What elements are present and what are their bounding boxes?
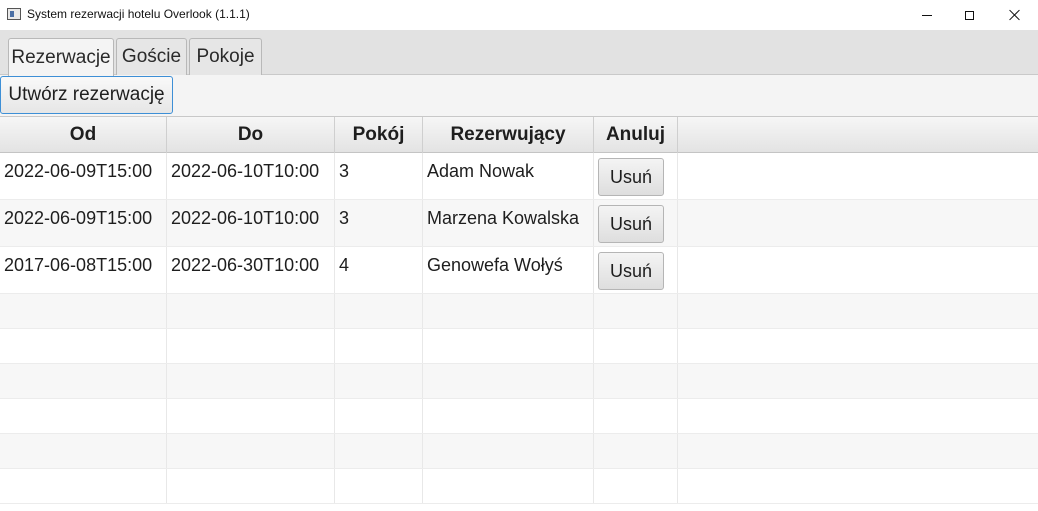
- tab-pokoje[interactable]: Pokoje: [189, 38, 262, 75]
- empty-cell: [678, 329, 1038, 363]
- empty-row: [0, 294, 1038, 329]
- window-title: System rezerwacji hotelu Overlook (1.1.1…: [27, 7, 250, 21]
- empty-cell: [0, 329, 167, 363]
- empty-cell: [594, 294, 678, 328]
- cell-rezerwujacy: Marzena Kowalska: [423, 200, 594, 246]
- delete-button[interactable]: Usuń: [598, 205, 664, 243]
- empty-row: [0, 434, 1038, 469]
- empty-cell: [423, 329, 594, 363]
- app-window: System rezerwacji hotelu Overlook (1.1.1…: [0, 0, 1038, 511]
- table-header: Od Do Pokój Rezerwujący Anuluj: [0, 117, 1038, 153]
- table-row[interactable]: 2022-06-09T15:00 2022-06-10T10:00 3 Adam…: [0, 153, 1038, 200]
- cell-od: 2022-06-09T15:00: [0, 200, 167, 246]
- empty-row: [0, 399, 1038, 434]
- empty-cell: [678, 469, 1038, 503]
- empty-cell: [423, 399, 594, 433]
- minimize-icon: [922, 14, 932, 16]
- empty-cell: [167, 399, 335, 433]
- empty-cell: [423, 434, 594, 468]
- cell-pokoj: 3: [335, 153, 423, 199]
- empty-cell: [0, 364, 167, 398]
- cell-do: 2022-06-30T10:00: [167, 247, 335, 293]
- empty-cell: [167, 329, 335, 363]
- empty-cell: [335, 469, 423, 503]
- cell-do: 2022-06-10T10:00: [167, 200, 335, 246]
- empty-cell: [0, 434, 167, 468]
- cell-do: 2022-06-10T10:00: [167, 153, 335, 199]
- empty-row: [0, 329, 1038, 364]
- empty-cell: [0, 469, 167, 503]
- close-button[interactable]: [992, 0, 1038, 30]
- close-icon: [1009, 9, 1021, 21]
- table-row[interactable]: 2022-06-09T15:00 2022-06-10T10:00 3 Marz…: [0, 200, 1038, 247]
- empty-cell: [678, 399, 1038, 433]
- cell-filler: [678, 247, 1038, 293]
- minimize-button[interactable]: [904, 0, 950, 30]
- cell-filler: [678, 153, 1038, 199]
- cell-filler: [678, 200, 1038, 246]
- empty-cell: [0, 399, 167, 433]
- empty-cell: [594, 364, 678, 398]
- delete-button[interactable]: Usuń: [598, 252, 664, 290]
- tab-goscie[interactable]: Goście: [116, 38, 187, 75]
- cell-anuluj: Usuń: [594, 153, 678, 199]
- empty-cell: [335, 364, 423, 398]
- title-bar: System rezerwacji hotelu Overlook (1.1.1…: [0, 0, 1038, 30]
- tab-rezerwacje[interactable]: Rezerwacje: [8, 38, 114, 76]
- column-header-do[interactable]: Do: [167, 117, 335, 153]
- empty-cell: [167, 294, 335, 328]
- column-header-anuluj[interactable]: Anuluj: [594, 117, 678, 153]
- delete-button[interactable]: Usuń: [598, 158, 664, 196]
- column-header-od[interactable]: Od: [0, 117, 167, 153]
- empty-cell: [678, 434, 1038, 468]
- empty-cell: [335, 434, 423, 468]
- empty-cell: [167, 434, 335, 468]
- create-reservation-button[interactable]: Utwórz rezerwację: [0, 76, 173, 114]
- empty-cell: [594, 469, 678, 503]
- column-header-rezerwujacy[interactable]: Rezerwujący: [423, 117, 594, 153]
- empty-cell: [594, 329, 678, 363]
- app-icon: [7, 8, 21, 20]
- empty-cell: [335, 294, 423, 328]
- empty-cell: [423, 469, 594, 503]
- empty-cell: [423, 364, 594, 398]
- empty-cell: [678, 294, 1038, 328]
- column-header-filler: [678, 117, 1038, 153]
- cell-rezerwujacy: Genowefa Wołyś: [423, 247, 594, 293]
- maximize-button[interactable]: [946, 0, 992, 30]
- empty-cell: [335, 399, 423, 433]
- empty-cell: [167, 469, 335, 503]
- tab-bar: Rezerwacje Goście Pokoje: [0, 30, 1038, 76]
- empty-row: [0, 364, 1038, 399]
- reservations-table: Od Do Pokój Rezerwujący Anuluj 2022-06-0…: [0, 116, 1038, 511]
- cell-anuluj: Usuń: [594, 247, 678, 293]
- cell-pokoj: 3: [335, 200, 423, 246]
- empty-cell: [423, 294, 594, 328]
- cell-od: 2022-06-09T15:00: [0, 153, 167, 199]
- cell-rezerwujacy: Adam Nowak: [423, 153, 594, 199]
- empty-cell: [678, 364, 1038, 398]
- cell-od: 2017-06-08T15:00: [0, 247, 167, 293]
- maximize-icon: [964, 10, 974, 20]
- empty-row: [0, 469, 1038, 504]
- empty-cell: [594, 399, 678, 433]
- column-header-pokoj[interactable]: Pokój: [335, 117, 423, 153]
- empty-cell: [167, 364, 335, 398]
- empty-cell: [335, 329, 423, 363]
- table-row[interactable]: 2017-06-08T15:00 2022-06-30T10:00 4 Geno…: [0, 247, 1038, 294]
- empty-cell: [0, 294, 167, 328]
- empty-cell: [594, 434, 678, 468]
- cell-pokoj: 4: [335, 247, 423, 293]
- cell-anuluj: Usuń: [594, 200, 678, 246]
